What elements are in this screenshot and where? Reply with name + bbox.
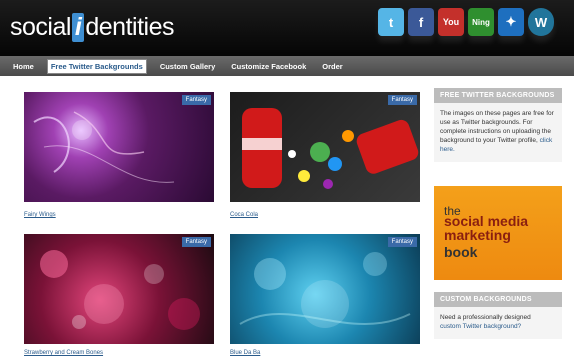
youtube-icon[interactable]: You: [438, 8, 464, 36]
thumbnail-fairy-wings[interactable]: Fantasy: [24, 92, 214, 202]
free-twitter-backgrounds-text: The images on these pages are free for u…: [434, 103, 562, 162]
coca-cola-art: [242, 108, 419, 189]
caption-blue-da-ba[interactable]: Blue Da Ba: [230, 350, 260, 356]
ad-book: book: [444, 244, 478, 260]
logo-i: i: [71, 13, 85, 42]
blue-art: [239, 252, 411, 328]
category-tag: Fantasy: [387, 237, 417, 247]
sidebar: FREE TWITTER BACKGROUNDS The images on t…: [434, 88, 562, 162]
nav-order[interactable]: Order: [319, 60, 345, 73]
header: social i dentities t f You Ning ✦ W: [0, 0, 574, 56]
thumbnail-coca-cola[interactable]: Fantasy: [230, 92, 420, 202]
gallery: Fantasy Fairy Wings Fantasy Coca Cola Fa…: [16, 84, 424, 358]
custom-backgrounds-text: Need a professionally designed custom Tw…: [434, 307, 562, 339]
main-nav: Home Free Twitter Backgrounds Custom Gal…: [0, 56, 574, 76]
thumbnail-blue-da-ba[interactable]: Fantasy: [230, 234, 420, 344]
custom-backgrounds-panel: CUSTOM BACKGROUNDS Need a professionally…: [434, 292, 562, 339]
category-tag: Fantasy: [181, 95, 211, 105]
caption-fairy-wings[interactable]: Fairy Wings: [24, 212, 56, 218]
custom-backgrounds-copy: Need a professionally designed: [440, 314, 531, 321]
logo-prefix: social: [10, 13, 71, 41]
logo-suffix: dentities: [85, 13, 174, 41]
thumbnail-strawberry-and-cream-bones[interactable]: Fantasy: [24, 234, 214, 344]
social-icons: t f You Ning ✦ W: [378, 8, 554, 36]
free-twitter-backgrounds-copy: The images on these pages are free for u…: [440, 110, 554, 144]
ning-icon[interactable]: Ning: [468, 8, 494, 36]
fairy-wings-art: [33, 111, 175, 183]
ad-title: social media marketing: [444, 213, 529, 243]
free-twitter-backgrounds-heading: FREE TWITTER BACKGROUNDS: [434, 88, 562, 103]
caption-strawberry-and-cream-bones[interactable]: Strawberry and Cream Bones: [24, 350, 103, 356]
nav-free-twitter-backgrounds[interactable]: Free Twitter Backgrounds: [46, 58, 147, 74]
custom-twitter-background-link[interactable]: custom Twitter background?: [440, 323, 521, 330]
facebook-icon[interactable]: f: [408, 8, 434, 36]
strawberry-art: [40, 250, 200, 330]
marketing-book-ad[interactable]: the social media marketing book: [434, 186, 562, 280]
twitter-icon[interactable]: t: [378, 8, 404, 36]
caption-coca-cola[interactable]: Coca Cola: [230, 212, 258, 218]
site-logo[interactable]: social i dentities: [10, 13, 174, 42]
nav-customize-facebook[interactable]: Customize Facebook: [228, 60, 309, 73]
category-tag: Fantasy: [181, 237, 211, 247]
custom-backgrounds-heading: CUSTOM BACKGROUNDS: [434, 292, 562, 307]
nav-custom-gallery[interactable]: Custom Gallery: [157, 60, 218, 73]
category-tag: Fantasy: [387, 95, 417, 105]
myspace-icon[interactable]: ✦: [498, 8, 524, 36]
wordpress-icon[interactable]: W: [528, 8, 554, 36]
nav-home[interactable]: Home: [10, 60, 37, 73]
